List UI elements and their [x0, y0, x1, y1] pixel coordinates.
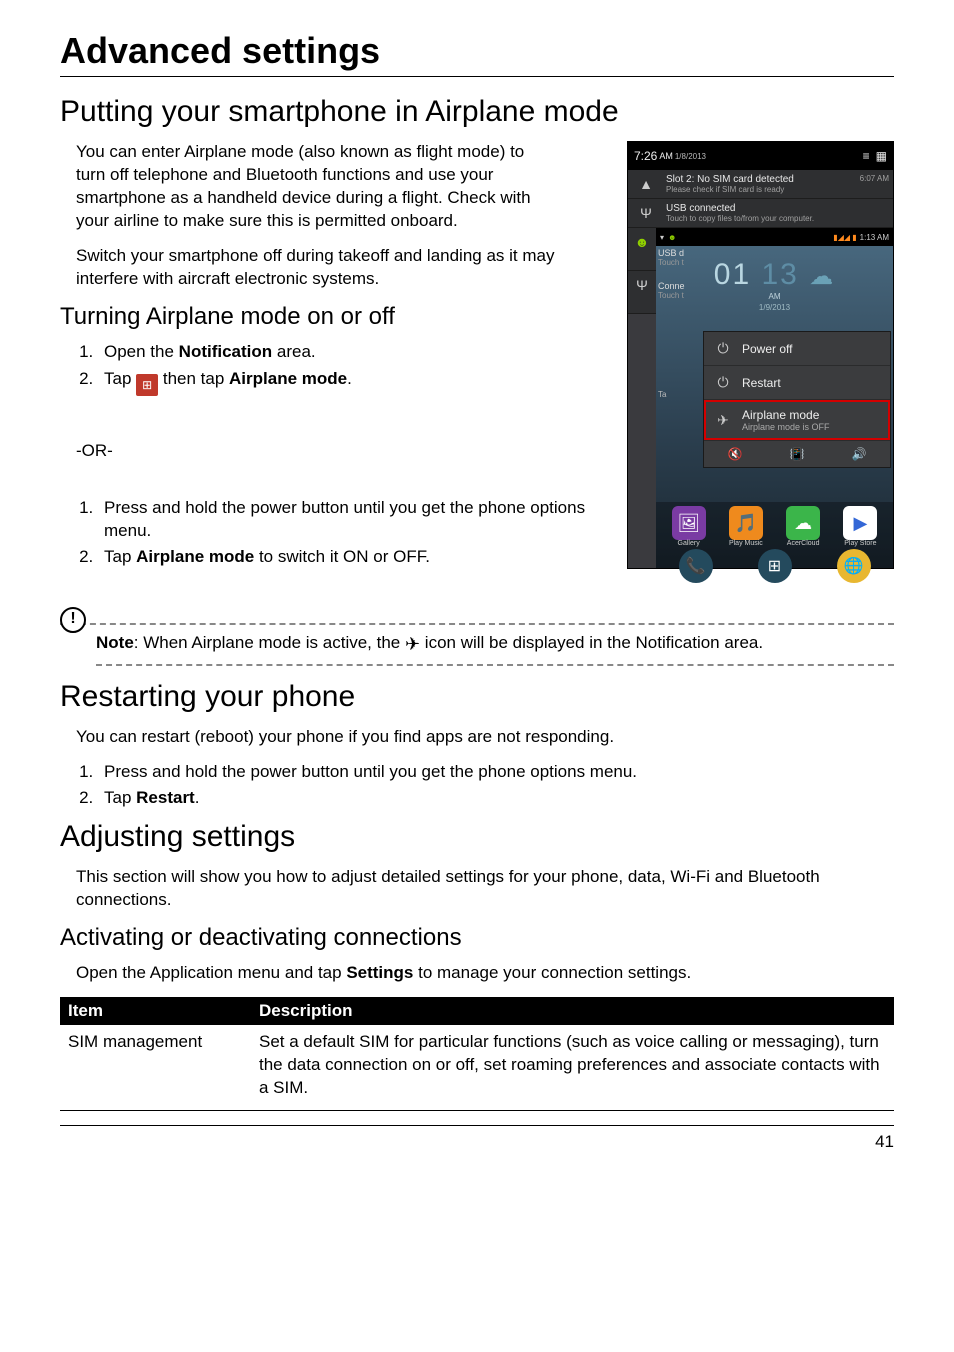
section-adjusting-heading: Adjusting settings: [60, 820, 894, 854]
phone-screenshot: 7:26 AM 1/8/2013 ≡ ▦ ▲ Slot 2: No SIM ca…: [627, 141, 894, 569]
grid-icon: ▦: [876, 149, 887, 163]
ss-notif-usb2: Ψ: [628, 271, 656, 314]
sound-icon[interactable]: 🔊: [828, 441, 890, 467]
s1-p2: Switch your smartphone off during takeof…: [76, 245, 556, 291]
ss-n4-title: Conne: [658, 281, 685, 291]
connections-table: Item Description SIM management Set a de…: [60, 997, 894, 1111]
table-h2: Description: [251, 997, 894, 1025]
ss-power-menu: ⏻ Power off ⏻ Restart ✈ Airplane mode Ai…: [703, 331, 891, 468]
ss-n2-title: USB connected: [666, 203, 889, 214]
apps-grid-icon: ⊞: [136, 374, 158, 396]
s3-sub1-p1: Open the Application menu and tap Settin…: [76, 962, 894, 985]
app-playstore[interactable]: ▶ Play Store: [843, 506, 877, 547]
ss-clock-mm: 13: [762, 258, 799, 291]
s2-step2: Tap Restart.: [98, 787, 894, 810]
section-airplane-heading: Putting your smartphone in Airplane mode: [60, 95, 894, 129]
ss-dock: 🖼 Gallery 🎵 Play Music ☁ AcerCloud: [656, 502, 893, 568]
android-icon: ☻: [635, 234, 650, 250]
ss-home-screen: ▾ ☻ ▮◢◢ ▮ 1:13 AM USB d Touch t Conne To…: [656, 228, 893, 568]
s1-p1: You can enter Airplane mode (also known …: [76, 141, 556, 233]
ss-notif-android: ☻: [628, 228, 656, 271]
silent-icon[interactable]: 🔇: [704, 441, 766, 467]
ss-notif-usb1: Ψ USB connected Touch to copy files to/f…: [628, 199, 893, 228]
ss-clock-date: 1/9/2013: [656, 303, 893, 312]
airplane-icon: ✈: [714, 412, 732, 429]
ss-n2-sub: Touch to copy files to/from your compute…: [666, 214, 889, 223]
app-playmusic[interactable]: 🎵 Play Music: [729, 506, 763, 547]
table-row: SIM management Set a default SIM for par…: [60, 1025, 894, 1110]
usb-icon: Ψ: [636, 277, 648, 293]
ss-pm3-label: Airplane mode: [742, 408, 830, 422]
usb-icon: Ψ: [640, 205, 652, 221]
signal-icon: ▮◢◢ ▮: [833, 233, 856, 242]
note-post: icon will be displayed in the Notificati…: [420, 633, 763, 652]
ss-pm1-label: Power off: [742, 342, 792, 356]
s2-p1: You can restart (reboot) your phone if y…: [76, 726, 894, 749]
page-footer: 41: [60, 1125, 894, 1152]
table-h1: Item: [60, 997, 251, 1025]
ss-notif-sim: ▲ Slot 2: No SIM card detected Please ch…: [628, 170, 893, 199]
table-r1c2: Set a default SIM for particular functio…: [251, 1025, 894, 1110]
section-restart-heading: Restarting your phone: [60, 680, 894, 714]
note-pre: : When Airplane mode is active, the: [134, 633, 405, 652]
s1-sub1-step2: Tap ⊞ then tap Airplane mode.: [98, 368, 556, 396]
power-icon: ⏻: [714, 340, 732, 357]
alert-circle-icon: !: [60, 607, 86, 633]
ss-n1-time: 6:07 AM: [860, 174, 893, 183]
ss-n3-title: USB d: [658, 248, 685, 258]
airplane-icon: ✈: [405, 632, 420, 657]
wifi-icon: ▾: [660, 233, 664, 242]
restart-icon: ⏻: [714, 374, 732, 391]
dock-phone-icon[interactable]: 📞: [679, 549, 713, 583]
note-label: Note: [96, 633, 134, 652]
ss-status-date: 1/8/2013: [675, 152, 706, 161]
warning-icon: ▲: [639, 176, 653, 192]
ss-n3-sub: Touch t: [658, 258, 685, 267]
dock-browser-icon[interactable]: 🌐: [837, 549, 871, 583]
vibrate-icon[interactable]: 📳: [766, 441, 828, 467]
s3-p1: This section will show you how to adjust…: [76, 866, 894, 912]
ss-clock-hh: 01: [714, 258, 751, 291]
settings-sliders-icon: ≡: [863, 149, 870, 163]
ss-clock-ampm: AM: [656, 292, 893, 301]
ss-home-time: 1:13 AM: [860, 233, 889, 242]
s2-step1: Press and hold the power button until yo…: [98, 761, 894, 784]
ss-pm-restart[interactable]: ⏻ Restart: [704, 366, 890, 400]
s3-sub1-heading: Activating or deactivating connections: [60, 924, 894, 952]
ss-n1-sub: Please check if SIM card is ready: [666, 185, 856, 194]
android-icon: ☻: [668, 233, 676, 242]
title-rule: [60, 76, 894, 77]
ss-status-time: 7:26: [634, 149, 657, 163]
s1-or: -OR-: [76, 441, 113, 460]
ss-n1-title: Slot 2: No SIM card detected: [666, 174, 856, 185]
ss-pm2-label: Restart: [742, 376, 781, 390]
ss-pm3-sub: Airplane mode is OFF: [742, 422, 830, 432]
ss-clock-widget: 01 13 ☁ AM 1/9/2013: [656, 246, 893, 318]
table-r1c1: SIM management: [60, 1025, 251, 1110]
app-acercloud[interactable]: ☁ AcerCloud: [786, 506, 820, 547]
app-gallery[interactable]: 🖼 Gallery: [672, 506, 706, 547]
ss-n4-sub: Touch t: [658, 291, 685, 300]
ss-pm-airplane[interactable]: ✈ Airplane mode Airplane mode is OFF: [704, 400, 890, 440]
page-number: 41: [875, 1132, 894, 1151]
page-title: Advanced settings: [60, 30, 894, 72]
ss-notification-header: 7:26 AM 1/8/2013 ≡ ▦: [628, 142, 893, 170]
s1-sub1-step1: Open the Notification area.: [98, 341, 556, 364]
dock-apps-icon[interactable]: ⊞: [758, 549, 792, 583]
note-box: ! Note: When Airplane mode is active, th…: [60, 597, 894, 665]
ss-pm-sound-row: 🔇 📳 🔊: [704, 440, 890, 467]
ss-pm-poweroff[interactable]: ⏻ Power off: [704, 332, 890, 366]
ss-status-ampm: AM: [659, 151, 673, 161]
